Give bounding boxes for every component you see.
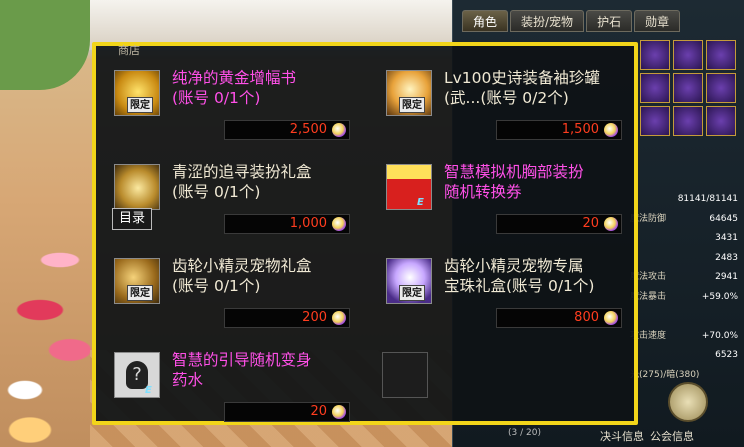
stat-row: 魔法防御 64645 [630,213,738,224]
stat-row [630,307,742,327]
stat-row: 2483 [715,252,738,263]
limited-badge: 限定 [127,97,153,113]
epic-jar-icon: 限定 [386,70,432,116]
item-price: 1,500 [496,120,622,140]
item-price: 2,500 [224,120,350,140]
shop-item[interactable]: E 智慧模拟机胸部装扮 随机转换券 20 [374,154,632,240]
equipment-slot[interactable] [640,106,670,136]
shop-item[interactable]: 目录 青涩的追寻装扮礼盒 (账号 0/1个) 1,000 [102,154,360,240]
e-mark-icon: E [145,385,152,396]
conversion-ticket-icon: E [386,164,432,210]
coin-icon [332,217,346,231]
coin-icon [604,123,618,137]
catalog-button[interactable]: 目录 [112,208,152,230]
item-name: 纯净的黄金增幅书 (账号 0/1个) [172,69,297,107]
item-name: 智慧的引导随机变身 药水 [172,351,312,389]
coin-icon [604,217,618,231]
equipment-slot[interactable] [673,106,703,136]
tab-character[interactable]: 角色 [462,10,509,32]
stats-list: 81141/81141 魔法防御 64645 3431 2483 魔法攻击 2941… [630,190,742,385]
stat-row: 魔法暴击 +59.0% [630,291,738,302]
shop-item[interactable]: 限定 Lv100史诗装备袖珍罐 (武...(账号 0/2个) 1,500 [374,60,632,146]
item-name: Lv100史诗装备袖珍罐 (武...(账号 0/2个) [444,69,600,107]
equipment-slot[interactable] [706,73,736,103]
golden-book-icon: 限定 [114,70,160,116]
coin-icon [332,123,346,137]
stat-row: 攻击速度 +70.0% [630,330,738,341]
item-price: 800 [496,308,622,328]
shop-item[interactable]: 限定 齿轮小精灵宠物礼盒 (账号 0/1个) 200 [102,248,360,334]
tree-decoration [0,0,90,90]
item-name: 智慧模拟机胸部装扮 随机转换券 [444,163,584,201]
pet-orb-box-icon: 限定 [386,258,432,304]
item-name: 齿轮小精灵宠物专属 宝珠礼盒(账号 0/1个) [444,257,595,295]
shop-item[interactable]: 限定 齿轮小精灵宠物专属 宝珠礼盒(账号 0/1个) 800 [374,248,632,334]
limited-badge: 限定 [399,97,425,113]
gear-pet-box-icon: 限定 [114,258,160,304]
e-mark-icon: E [417,197,424,208]
item-name: 青涩的追寻装扮礼盒 (账号 0/1个) [172,163,312,201]
stat-row: 3431 [715,233,738,243]
coin-icon [604,311,618,325]
stat-row: 6523 [715,350,738,360]
tab-avatar-pet[interactable]: 装扮/宠物 [510,10,585,32]
item-price: 200 [224,308,350,328]
coin-icon [332,311,346,325]
shop-item[interactable]: ? E 智慧的引导随机变身 药水 20 [102,342,360,428]
tab-medal[interactable]: 勋章 [634,10,681,32]
limited-badge: 限定 [399,285,425,301]
tab-talisman[interactable]: 护石 [586,10,633,32]
item-price: 1,000 [224,214,350,234]
panel-bottom-buttons: 决斗信息 公会信息 [600,428,694,444]
item-price: 20 [224,402,350,422]
guild-info-button[interactable]: 公会信息 [650,428,694,444]
shop-item[interactable]: 限定 纯净的黄金增幅书 (账号 0/1个) 2,500 [102,60,360,146]
equipment-slot[interactable] [673,73,703,103]
equipment-slot[interactable] [640,73,670,103]
item-price: 20 [496,214,622,234]
limited-badge: 限定 [127,285,153,301]
item-name: 齿轮小精灵宠物礼盒 (账号 0/1个) [172,257,312,295]
equipment-slots [640,40,740,136]
equipment-slot[interactable] [640,40,670,70]
transform-potion-icon: ? E [114,352,160,398]
avatar-giftbox-icon [114,164,160,210]
equipment-slot[interactable] [673,40,703,70]
shop-popup: 商店 限定 纯净的黄金增幅书 (账号 0/1个) 2,500 限定 Lv100史… [92,42,638,425]
guild-emblem-icon[interactable] [668,382,708,422]
duel-info-button[interactable]: 决斗信息 [600,428,644,444]
equipment-slot[interactable] [706,106,736,136]
character-tab-bar: 角色 装扮/宠物 护石 勋章 [462,10,681,32]
equipment-slot[interactable] [706,40,736,70]
page-counter: (3 / 20) [508,428,541,438]
empty-item-slot [382,352,428,398]
stat-row: 81141/81141 [677,194,738,204]
coin-icon [332,405,346,419]
stat-row: 魔法攻击 2941 [630,272,738,282]
popup-title: 商店 [118,44,140,57]
